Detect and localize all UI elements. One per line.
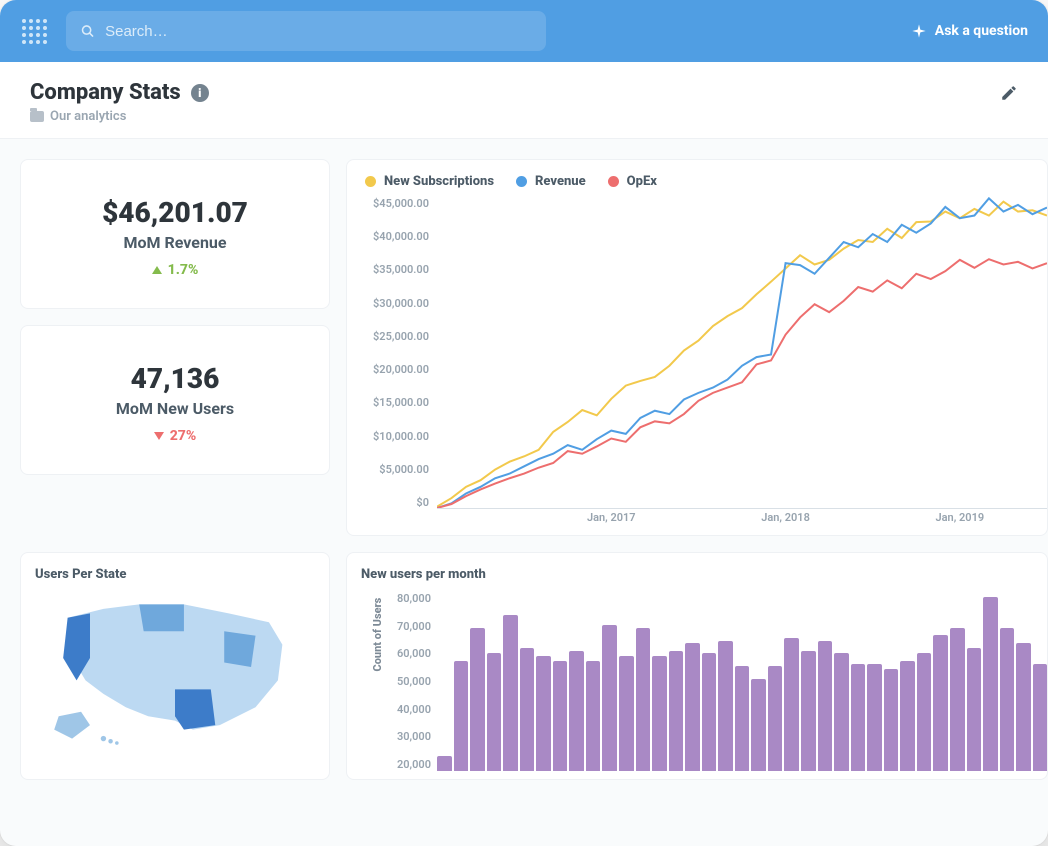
search-box[interactable] [66,11,546,51]
info-icon[interactable]: i [191,84,209,102]
bar[interactable] [900,661,915,771]
us-map-icon [35,582,315,752]
bar[interactable] [917,653,932,771]
stat-revenue-label: MoM Revenue [41,233,309,252]
stat-users-value: 47,136 [41,362,309,395]
bar[interactable] [983,597,998,771]
app-logo-icon[interactable] [20,17,48,45]
bar[interactable] [851,664,866,771]
edit-icon[interactable] [1000,84,1018,102]
legend-dot-icon [365,176,376,187]
ask-question-button[interactable]: Ask a question [911,23,1028,39]
legend-dot-icon [608,176,619,187]
map-title: Users Per State [35,567,315,582]
bar[interactable] [470,628,485,771]
dashboard-grid: $46,201.07 MoM Revenue 1.7% 47,136 MoM N… [0,139,1048,780]
legend-revenue[interactable]: Revenue [516,174,586,189]
arrow-up-icon [152,266,162,274]
search-icon [80,23,95,39]
map-card[interactable]: Users Per State [20,552,330,780]
top-bar: Ask a question [0,0,1048,62]
bar[interactable] [702,653,717,771]
legend-opex[interactable]: OpEx [608,174,657,189]
bar-chart-title: New users per month [361,567,1047,582]
stat-card-revenue[interactable]: $46,201.07 MoM Revenue 1.7% [20,159,330,309]
bar[interactable] [669,651,684,771]
bar[interactable] [454,661,469,771]
arrow-down-icon [154,432,164,440]
bar[interactable] [636,628,651,771]
bar[interactable] [834,653,849,771]
bar[interactable] [520,648,535,771]
stat-revenue-value: $46,201.07 [41,196,309,229]
bar[interactable] [768,666,783,771]
bar[interactable] [569,651,584,771]
stat-users-label: MoM New Users [41,399,309,418]
bar[interactable] [784,638,799,771]
bar-chart-y-label: Count of Users [371,598,384,672]
bar[interactable] [735,666,750,771]
bar[interactable] [602,625,617,771]
line-chart-card[interactable]: New Subscriptions Revenue OpEx $45,000.0… [346,159,1048,536]
search-input[interactable] [105,23,532,40]
bar[interactable] [586,661,601,771]
line-chart: $45,000.00$40,000.00$35,000.00$30,000.00… [361,197,1047,527]
bar[interactable] [437,756,452,771]
legend-new-subs[interactable]: New Subscriptions [365,174,494,189]
line-chart-legend: New Subscriptions Revenue OpEx [361,174,1047,197]
sparkle-icon [911,23,927,39]
stat-revenue-delta: 1.7% [152,262,199,278]
bar[interactable] [884,669,899,771]
bar[interactable] [1016,643,1031,771]
bar[interactable] [933,635,948,771]
stat-users-delta: 27% [154,428,197,444]
bar-chart-card[interactable]: New users per month Count of Users 80,00… [346,552,1048,780]
app-window: Ask a question Company Stats i Our analy… [0,0,1048,846]
title-row: Company Stats i Our analytics [0,62,1048,139]
bar[interactable] [818,641,833,771]
bar[interactable] [553,661,568,771]
bar[interactable] [487,653,502,771]
bar[interactable] [685,643,700,771]
page-title: Company Stats i [30,80,209,105]
breadcrumb[interactable]: Our analytics [30,109,209,124]
breadcrumb-label: Our analytics [50,109,126,124]
bar[interactable] [801,651,816,771]
bar[interactable] [718,641,733,771]
stat-card-users[interactable]: 47,136 MoM New Users 27% [20,325,330,475]
bar[interactable] [751,679,766,771]
bar[interactable] [967,648,982,771]
bar[interactable] [950,628,965,771]
bar-chart: Count of Users 80,00070,00060,00050,0004… [361,586,1047,771]
ask-question-label: Ask a question [935,23,1028,39]
bar[interactable] [867,664,882,771]
legend-dot-icon [516,176,527,187]
bar[interactable] [503,615,518,771]
folder-icon [30,111,44,122]
bar[interactable] [652,656,667,771]
bar[interactable] [1000,628,1015,771]
bar[interactable] [536,656,551,771]
bar[interactable] [1033,664,1048,771]
bar[interactable] [619,656,634,771]
